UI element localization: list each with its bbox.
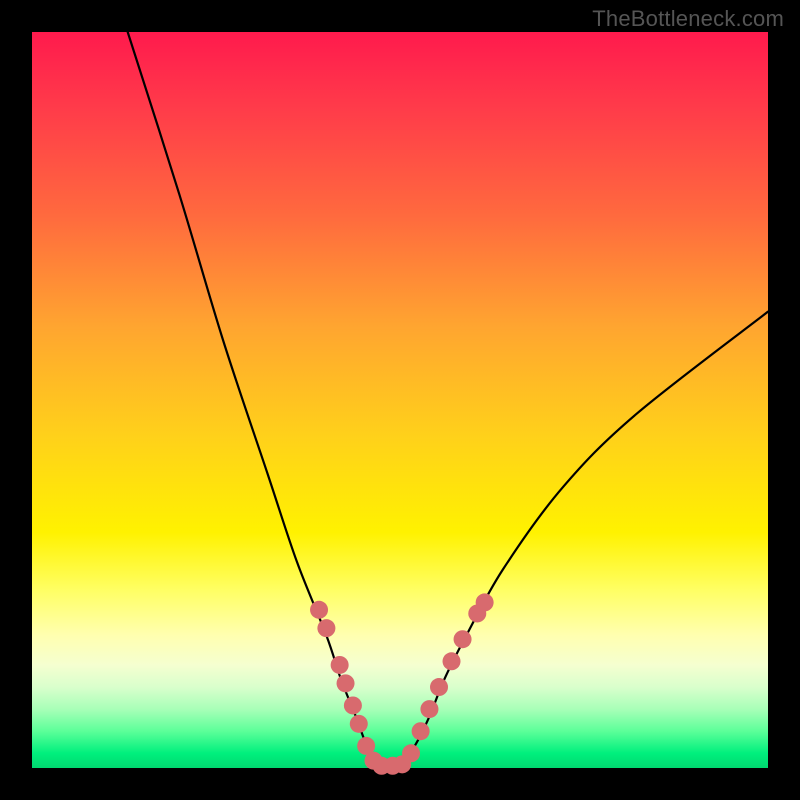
highlight-dot [344, 696, 362, 714]
highlight-dot [317, 619, 335, 637]
highlight-dot [402, 744, 420, 762]
highlight-dot [443, 652, 461, 670]
chart-svg [32, 32, 768, 768]
highlight-dot [337, 674, 355, 692]
highlight-dot [454, 630, 472, 648]
highlight-dot [476, 593, 494, 611]
chart-frame: TheBottleneck.com [0, 0, 800, 800]
highlight-dots-group [310, 593, 494, 774]
watermark-text: TheBottleneck.com [592, 6, 784, 32]
highlight-dot [310, 601, 328, 619]
highlight-dot [412, 722, 430, 740]
highlight-dot [420, 700, 438, 718]
highlight-dot [430, 678, 448, 696]
highlight-dot [331, 656, 349, 674]
highlight-dot [350, 715, 368, 733]
plot-area [32, 32, 768, 768]
